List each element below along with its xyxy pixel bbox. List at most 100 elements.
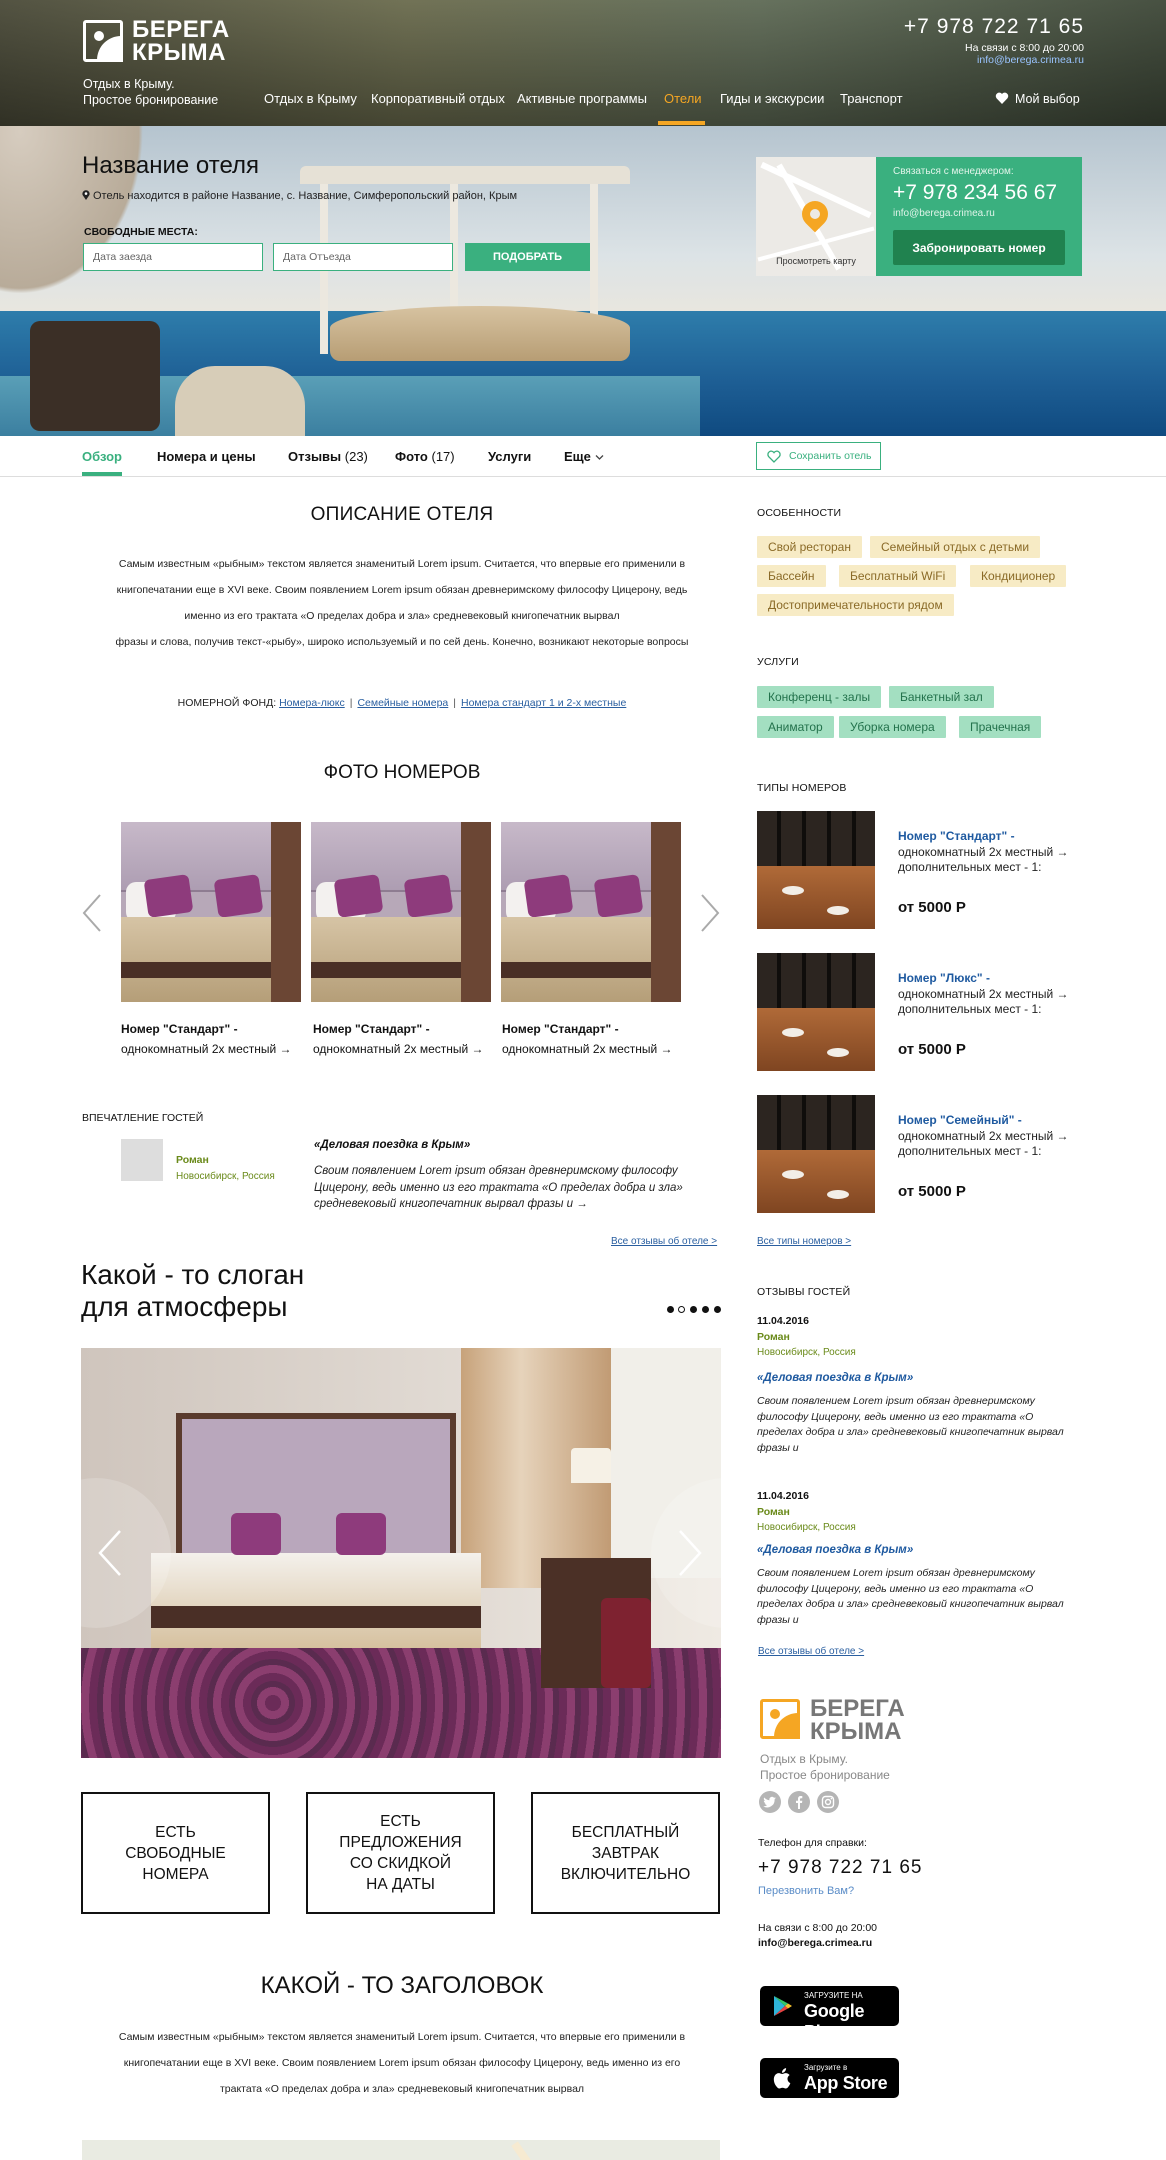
nav-item-transport[interactable]: Транспорт <box>840 91 903 106</box>
footer-hours: На связи с 8:00 до 20:00 <box>758 1922 878 1934</box>
service-tag[interactable]: Прачечная <box>959 716 1042 738</box>
feature-tag[interactable]: Бесплатный WiFi <box>839 565 957 587</box>
review-title[interactable]: «Деловая поездка в Крым» <box>757 1544 913 1556</box>
room-fund-link-family[interactable]: Семейные номера <box>357 697 448 709</box>
room-card-title[interactable]: Номер "Стандарт" - <box>313 1022 430 1036</box>
room-card-subtitle[interactable]: однокомнатный 2х местный → <box>502 1042 673 1056</box>
room-photo[interactable] <box>311 822 491 1002</box>
check-out-date-input[interactable]: Дата Отъезда <box>273 243 453 271</box>
carousel-next-icon[interactable] <box>698 893 722 933</box>
feature-tag[interactable]: Достопримечательности рядом <box>757 594 954 616</box>
all-reviews-link[interactable]: Все отзывы об отеле > <box>758 1646 864 1657</box>
room-type-photo[interactable] <box>757 1095 875 1213</box>
footer-phone[interactable]: +7 978 722 71 65 <box>758 1857 922 1879</box>
slider-dot[interactable] <box>690 1306 697 1313</box>
tab-services[interactable]: Услуги <box>488 449 531 464</box>
twitter-icon[interactable] <box>759 1791 781 1813</box>
save-hotel-button[interactable]: Сохранить отель <box>756 442 881 470</box>
nav-item-guides[interactable]: Гиды и экскурсии <box>720 91 824 106</box>
pick-button[interactable]: ПОДОБРАТЬ <box>465 243 590 271</box>
check-in-date-input[interactable]: Дата заезда <box>83 243 263 271</box>
tab-more[interactable]: Еще <box>564 449 604 464</box>
feature-tag[interactable]: Кондиционер <box>970 565 1067 587</box>
feature-tag[interactable]: Свой ресторан <box>757 536 862 558</box>
room-fund-link-lux[interactable]: Номера-люкс <box>279 697 345 709</box>
footer-email[interactable]: info@berega.crimea.ru <box>758 1937 872 1949</box>
feature-discounts: ЕСТЬ ПРЕДЛОЖЕНИЯ СО СКИДКОЙ НА ДАТЫ <box>306 1792 495 1914</box>
callback-link[interactable]: Перезвонить Вам? <box>758 1885 854 1897</box>
instagram-icon[interactable] <box>817 1791 839 1813</box>
apple-icon <box>773 2068 791 2089</box>
service-tag[interactable]: Аниматор <box>757 716 834 738</box>
gallery-photo <box>81 1348 721 1758</box>
slogan: Какой - то слоган для атмосферы <box>81 1259 305 1322</box>
logo-text[interactable]: БЕРЕГА КРЫМА <box>132 18 230 65</box>
tab-rooms-prices[interactable]: Номера и цены <box>157 449 256 464</box>
manager-email[interactable]: info@berega.crimea.ru <box>893 208 995 219</box>
footer-logo-text[interactable]: БЕРЕГА КРЫМА <box>810 1697 905 1744</box>
tab-overview[interactable]: Обзор <box>82 449 122 464</box>
book-room-button[interactable]: Забронировать номер <box>893 230 1065 265</box>
tab-photos[interactable]: Фото (17) <box>395 449 455 464</box>
feature-tag[interactable]: Бассейн <box>757 565 826 587</box>
room-card-subtitle[interactable]: однокомнатный 2х местный → <box>121 1042 292 1056</box>
heart-icon <box>995 92 1009 104</box>
room-type-title[interactable]: Номер "Семейный" - <box>898 1113 1022 1127</box>
google-play-icon <box>774 1996 792 2016</box>
manager-phone[interactable]: +7 978 234 56 67 <box>893 181 1057 205</box>
impressions-label: ВПЕЧАТЛЕНИЕ ГОСТЕЙ <box>82 1112 204 1124</box>
slider-dot[interactable] <box>667 1306 674 1313</box>
room-photo[interactable] <box>501 822 681 1002</box>
nav-item-hotels[interactable]: Отели <box>664 91 702 106</box>
room-card-title[interactable]: Номер "Стандарт" - <box>502 1022 619 1036</box>
room-fund-link-standard[interactable]: Номера стандарт 1 и 2-х местные <box>461 697 626 709</box>
facebook-icon[interactable] <box>788 1791 810 1813</box>
slider-dot[interactable] <box>714 1306 721 1313</box>
room-type-title[interactable]: Номер "Люкс" - <box>898 971 990 985</box>
header-hours: На связи с 8:00 до 20:00 <box>964 42 1084 54</box>
tab-reviews[interactable]: Отзывы (23) <box>288 449 368 464</box>
room-type-price: от 5000 Р <box>898 899 966 916</box>
tab-active-indicator <box>82 472 122 476</box>
gallery-prev-icon[interactable] <box>96 1529 124 1577</box>
footer-tagline: Отдых в Крыму. Простое бронирование <box>760 1752 890 1782</box>
footer-logo-icon[interactable] <box>760 1699 800 1739</box>
room-photo[interactable] <box>121 822 301 1002</box>
slider-dot[interactable] <box>678 1306 685 1313</box>
room-type-photo[interactable] <box>757 811 875 929</box>
slider-dot[interactable] <box>702 1306 709 1313</box>
service-tag[interactable]: Уборка номера <box>839 716 946 738</box>
room-type-title[interactable]: Номер "Стандарт" - <box>898 829 1015 843</box>
room-type-desc: однокомнатный 2х местный → дополнительных… <box>898 845 1069 874</box>
room-card-title[interactable]: Номер "Стандарт" - <box>121 1022 238 1036</box>
services-label: УСЛУГИ <box>757 656 799 668</box>
nav-item-rest[interactable]: Отдых в Крыму <box>264 91 357 106</box>
nav-item-active[interactable]: Активные программы <box>517 91 647 106</box>
room-type-desc: однокомнатный 2х местный → дополнительных… <box>898 1129 1069 1158</box>
review-author: Роман <box>757 1331 790 1343</box>
review-title[interactable]: «Деловая поездка в Крым» <box>757 1372 913 1384</box>
header-phone[interactable]: +7 978 722 71 65 <box>904 15 1084 39</box>
room-type-desc: однокомнатный 2х местный → дополнительных… <box>898 987 1069 1016</box>
app-store-button[interactable]: Загрузите в App Store <box>760 2058 899 2098</box>
review-date: 11.04.2016 <box>757 1490 809 1502</box>
feature-tag[interactable]: Семейный отдых с детьми <box>870 536 1041 558</box>
room-card-subtitle[interactable]: однокомнатный 2х местный → <box>313 1042 484 1056</box>
service-tag[interactable]: Банкетный зал <box>889 686 994 708</box>
all-room-types-link[interactable]: Все типы номеров > <box>757 1236 851 1247</box>
header-email[interactable]: info@berega.crimea.ru <box>977 54 1084 66</box>
slider-dots <box>667 1306 723 1316</box>
view-map-button[interactable]: Просмотреть карту <box>756 157 876 276</box>
gallery-next-icon[interactable] <box>676 1529 704 1577</box>
google-play-button[interactable]: ЗАГРУЗИТЕ НА Google Play <box>760 1986 899 2042</box>
location-map[interactable] <box>82 2140 720 2160</box>
service-tag[interactable]: Конференц - залы <box>757 686 882 708</box>
all-reviews-link[interactable]: Все отзывы об отеле > <box>611 1236 717 1247</box>
guest-quote[interactable]: Своим появлением Lorem ipsum обязан древ… <box>314 1163 714 1213</box>
room-type-photo[interactable] <box>757 953 875 1071</box>
logo-icon[interactable] <box>83 20 123 62</box>
reviews-label: ОТЗЫВЫ ГОСТЕЙ <box>757 1286 851 1298</box>
carousel-prev-icon[interactable] <box>80 893 104 933</box>
nav-item-corporate[interactable]: Корпоративный отдых <box>371 91 505 106</box>
my-choice-link[interactable]: Мой выбор <box>995 91 1080 106</box>
